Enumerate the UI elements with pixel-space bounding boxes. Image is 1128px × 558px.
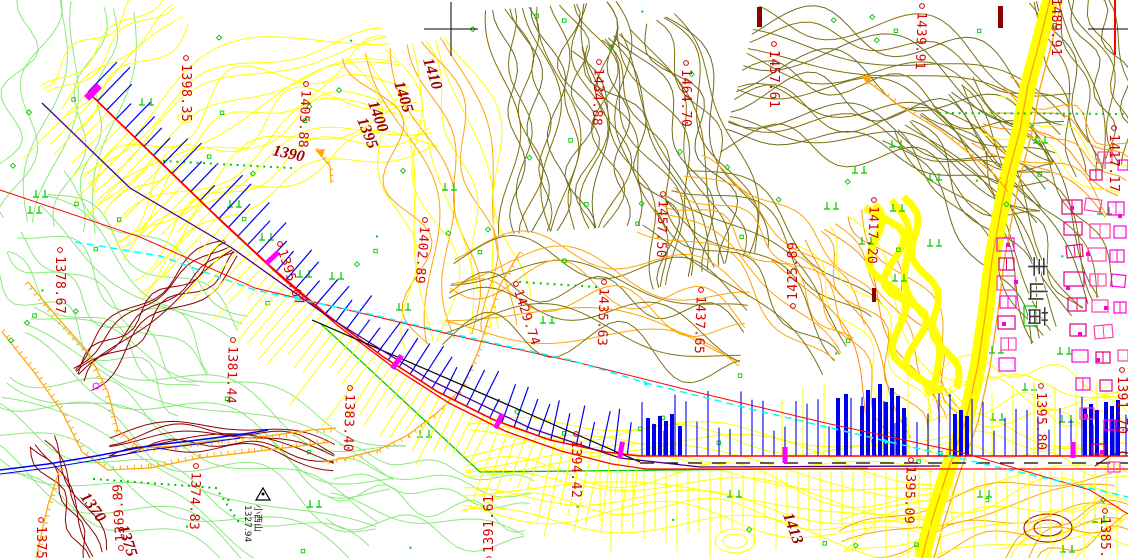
- svg-text:1374.83: 1374.83: [186, 472, 203, 531]
- svg-text:1391.61: 1391.61: [482, 495, 497, 553]
- village-name-char: 山: [1025, 281, 1049, 302]
- village-name-char: 苗: [1025, 306, 1049, 327]
- building: [1099, 379, 1113, 392]
- spot-elevation-label: 1417.17: [1106, 125, 1121, 192]
- building: [1110, 273, 1127, 289]
- spot-elevation-label: 1394.42: [568, 431, 583, 498]
- svg-text:1370: 1370: [77, 490, 109, 526]
- cad-viewport[interactable]: 1398.35 1405.88 1434.88 1464.70 1457.61 1439.…: [0, 0, 1128, 558]
- building: [998, 357, 1016, 372]
- svg-text:1435.63: 1435.63: [594, 288, 611, 347]
- map-canvas[interactable]: 1398.35 1405.88 1434.88 1464.70 1457.61 1439.…: [0, 0, 1128, 558]
- contour-elevation-label: 1413: [779, 511, 806, 547]
- spot-elevation-label: 1457.50: [653, 191, 670, 259]
- svg-text:1457.50: 1457.50: [653, 200, 670, 259]
- station-elevation-label: 1327.94: [242, 505, 252, 542]
- grass-symbol: [927, 239, 942, 247]
- building: [1109, 249, 1125, 263]
- spot-elevation-label: 1437.65: [691, 287, 708, 355]
- spot-elevation-label: 1381.44: [223, 337, 240, 405]
- edge-crosshair: [1088, 0, 1128, 55]
- grass-symbol: [824, 202, 839, 210]
- building: [997, 315, 1016, 330]
- spot-elevation-label: 1383.40: [340, 385, 357, 453]
- grass-symbol: [259, 233, 274, 241]
- grass-symbol: [329, 272, 344, 280]
- svg-text:1375.: 1375.: [33, 526, 48, 558]
- svg-text:1395.09: 1395.09: [901, 466, 918, 525]
- svg-text:1425.89: 1425.89: [786, 242, 801, 300]
- building: [1089, 273, 1107, 287]
- svg-text:1395.80: 1395.80: [1033, 392, 1048, 450]
- building: [998, 257, 1015, 271]
- crosshair-cursor: [424, 2, 478, 56]
- station-name-label: 小西山: [252, 505, 263, 532]
- contour-elevation-label: 1370: [77, 490, 109, 526]
- svg-text:1437.65: 1437.65: [691, 296, 708, 355]
- svg-text:1405.88: 1405.88: [295, 90, 313, 149]
- spot-elevation-label: 1457.61: [766, 41, 781, 108]
- building: [1089, 223, 1111, 239]
- spot-elevation-label: 1434.88: [589, 59, 606, 127]
- spot-elevation-label: 1435.63: [594, 279, 611, 347]
- grass-symbol: [442, 183, 457, 191]
- grass-symbol: [1059, 415, 1074, 423]
- spot-elevation-label: 1425.89: [786, 242, 801, 309]
- spot-elevation-label: 1398.35: [178, 55, 193, 122]
- spot-elevation-label: 1429.74: [510, 281, 543, 348]
- spot-elevation-label: 1464.70: [678, 60, 693, 127]
- grass-symbol: [852, 166, 867, 174]
- village-name-label: 丰山苗: [1024, 255, 1050, 328]
- spot-elevation-label: 1395.80: [1033, 383, 1048, 450]
- village-name-char: 丰: [1025, 256, 1049, 277]
- svg-text:1457.61: 1457.61: [766, 50, 781, 108]
- spot-elevation-label: 1405.88: [295, 81, 313, 149]
- svg-text:1391.70: 1391.70: [1114, 376, 1128, 434]
- svg-text:1405: 1405: [390, 79, 416, 115]
- village-buildings: [996, 151, 1128, 473]
- svg-text:1394.42: 1394.42: [568, 440, 583, 498]
- svg-text:1489.91: 1489.91: [1048, 0, 1063, 56]
- svg-text:1464.70: 1464.70: [678, 69, 693, 127]
- grass-symbol: [1022, 383, 1037, 391]
- grass-symbol: [139, 98, 154, 106]
- svg-text:1385.: 1385.: [1097, 517, 1112, 558]
- triangulation-station: 小西山1327.94: [242, 486, 272, 542]
- grass-symbol: [1057, 347, 1072, 355]
- spot-elevation-label: 1378.67: [52, 247, 67, 314]
- spot-elevation-label: 1374.83: [186, 463, 203, 531]
- svg-text:1417.17: 1417.17: [1106, 134, 1121, 192]
- svg-text:1398.35: 1398.35: [178, 64, 193, 122]
- svg-text:1417.20: 1417.20: [864, 206, 881, 265]
- spot-elevation-label: 1417.20: [864, 197, 881, 265]
- svg-text:1413: 1413: [779, 511, 806, 547]
- svg-text:1434.88: 1434.88: [589, 68, 606, 127]
- svg-text:1381.44: 1381.44: [223, 346, 240, 405]
- grass-symbol: [307, 500, 322, 508]
- svg-text:1429.74: 1429.74: [510, 288, 542, 348]
- contour-elevation-label: 1405: [390, 79, 416, 115]
- spot-elevation-label: 1439.91: [912, 3, 929, 71]
- spot-elevation-label: 1375.: [33, 517, 48, 558]
- building: [1093, 323, 1114, 340]
- spot-elevation-label: 1391.70: [1114, 367, 1128, 434]
- svg-text:1439.91: 1439.91: [912, 12, 929, 71]
- building: [1071, 349, 1089, 363]
- grass-symbol: [297, 270, 312, 278]
- building: [1113, 301, 1127, 314]
- spot-elevation-label: 1391.61: [482, 495, 497, 558]
- svg-text:1383.40: 1383.40: [340, 394, 357, 453]
- spot-elevation-label: 1395.09: [901, 457, 918, 525]
- building: [1107, 201, 1125, 216]
- spot-elevation-label: 1489.91: [1048, 0, 1063, 56]
- building: [1067, 297, 1087, 312]
- building: [999, 295, 1017, 309]
- svg-text:1378.67: 1378.67: [52, 256, 67, 314]
- building: [1117, 349, 1128, 362]
- building: [1000, 337, 1017, 351]
- building: [1113, 225, 1127, 239]
